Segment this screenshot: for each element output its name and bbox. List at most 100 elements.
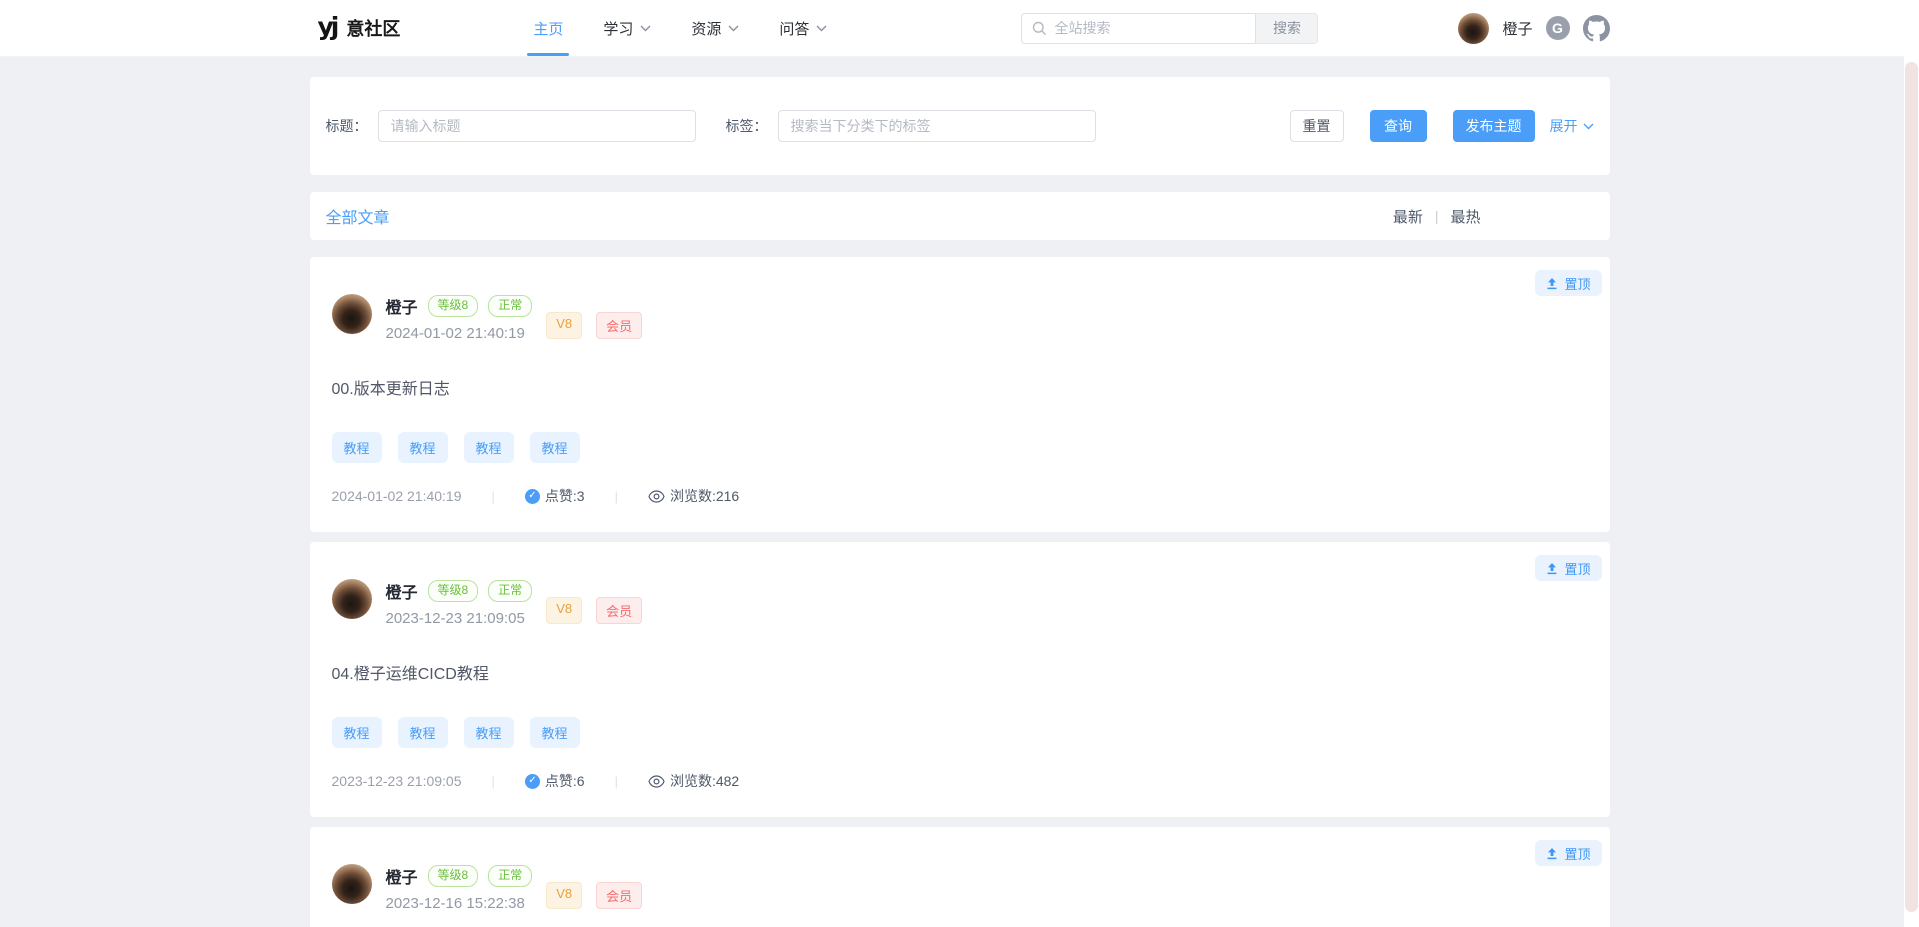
tag-pill[interactable]: 教程 (332, 717, 382, 748)
tag-pill[interactable]: 教程 (464, 717, 514, 748)
reset-button[interactable]: 重置 (1290, 110, 1344, 142)
sort-separator: | (1435, 208, 1439, 224)
pin-button[interactable]: 置顶 (1535, 270, 1601, 296)
brand[interactable]: yj 意社区 (310, 15, 401, 41)
filter-bar: 标题： 标签： 重置 查询 发布主题 展开 (310, 77, 1610, 175)
post-tags: 教程 教程 教程 教程 (332, 717, 1588, 748)
avatar[interactable] (332, 294, 372, 334)
check-circle-icon: ✓ (525, 489, 540, 504)
nav-item-label: 主页 (533, 18, 563, 39)
chevron-down-icon (728, 25, 739, 32)
gitee-icon[interactable]: G (1546, 16, 1570, 40)
vip-badge: V8 (546, 882, 582, 909)
github-icon[interactable] (1583, 15, 1610, 42)
user-cluster: 橙子 G (1458, 13, 1609, 44)
scrollbar[interactable] (1904, 0, 1919, 927)
views-stat: 浏览数:482 (648, 771, 739, 791)
tag-pill[interactable]: 教程 (530, 717, 580, 748)
level-badge: 等级8 (428, 865, 479, 887)
tag-filter-label: 标签： (726, 116, 768, 136)
tag-pill[interactable]: 教程 (332, 432, 382, 463)
post-author-block: 橙子 等级8 正常 2023-12-23 21:09:05 V8 会员 (332, 542, 1588, 627)
sort-hottest[interactable]: 最热 (1450, 206, 1480, 227)
article-list-header: 全部文章 最新 | 最热 (310, 192, 1610, 240)
post-tags: 教程 教程 教程 教程 (332, 432, 1588, 463)
query-button[interactable]: 查询 (1370, 110, 1427, 142)
main-nav: 主页 学习 资源 问答 (533, 0, 827, 56)
scrollbar-thumb[interactable] (1905, 62, 1918, 912)
tag-pill[interactable]: 教程 (398, 717, 448, 748)
tag-filter-input[interactable] (778, 110, 1096, 142)
search-input[interactable] (1054, 20, 1245, 36)
arrow-up-from-line-icon (1546, 277, 1558, 290)
post-card: 置顶 橙子 等级8 正常 2023-12-16 15:22:38 V8 会员 (310, 827, 1610, 927)
post-posted-date: 2024-01-02 21:40:19 (332, 488, 462, 504)
likes-stat: ✓ 点赞:3 (525, 486, 585, 506)
site-title: 意社区 (346, 15, 400, 41)
tag-pill[interactable]: 教程 (398, 432, 448, 463)
vip-badge: V8 (546, 597, 582, 624)
post-title[interactable]: 00.版本更新日志 (332, 375, 1588, 399)
search-button[interactable]: 搜索 (1256, 13, 1318, 44)
post-author-name[interactable]: 橙子 (386, 294, 418, 318)
post-author-name[interactable]: 橙子 (386, 579, 418, 603)
post-datetime: 2024-01-02 21:40:19 (386, 325, 533, 342)
likes-label: 点赞:3 (545, 486, 585, 506)
avatar[interactable] (1458, 13, 1489, 44)
tag-pill[interactable]: 教程 (464, 432, 514, 463)
stat-separator: | (615, 489, 618, 504)
member-badge: 会员 (596, 882, 642, 909)
post-stats: 2024-01-02 21:40:19 | ✓ 点赞:3 | 浏览数:216 (332, 486, 1588, 506)
likes-stat: ✓ 点赞:6 (525, 771, 585, 791)
title-filter-input[interactable] (378, 110, 696, 142)
post-title[interactable]: 04.橙子运维CICD教程 (332, 660, 1588, 684)
chevron-down-icon (640, 25, 651, 32)
avatar[interactable] (332, 579, 372, 619)
eye-icon (648, 775, 665, 788)
post-author-block: 橙子 等级8 正常 2023-12-16 15:22:38 V8 会员 (332, 827, 1588, 912)
expand-label: 展开 (1550, 116, 1578, 136)
member-badge: 会员 (596, 312, 642, 339)
sort-options: 最新 | 最热 (1393, 206, 1481, 227)
site-logo-icon: yj (318, 14, 337, 39)
expand-toggle[interactable]: 展开 (1550, 116, 1594, 136)
search-icon (1032, 21, 1047, 36)
post-card: 置顶 橙子 等级8 正常 2023-12-23 21:09:05 V8 会员 0… (310, 542, 1610, 817)
top-navbar: yj 意社区 主页 学习 资源 问答 (0, 0, 1919, 57)
post-posted-date: 2023-12-23 21:09:05 (332, 773, 462, 789)
chevron-down-icon (816, 25, 827, 32)
username[interactable]: 橙子 (1502, 18, 1532, 39)
views-stat: 浏览数:216 (648, 486, 739, 506)
status-badge: 正常 (488, 865, 532, 887)
pin-label: 置顶 (1564, 844, 1590, 863)
eye-icon (648, 490, 665, 503)
pin-button[interactable]: 置顶 (1535, 840, 1601, 866)
arrow-up-from-line-icon (1546, 562, 1558, 575)
level-badge: 等级8 (428, 580, 479, 602)
views-label: 浏览数:216 (670, 486, 739, 506)
nav-item-label: 学习 (603, 18, 633, 39)
nav-item-label: 资源 (691, 18, 721, 39)
stat-separator: | (492, 774, 495, 789)
check-circle-icon: ✓ (525, 774, 540, 789)
nav-item-resources[interactable]: 资源 (691, 0, 739, 56)
chevron-down-icon (1583, 123, 1594, 130)
nav-item-qa[interactable]: 问答 (779, 0, 827, 56)
nav-item-home[interactable]: 主页 (533, 0, 563, 56)
post-datetime: 2023-12-16 15:22:38 (386, 895, 533, 912)
publish-topic-button[interactable]: 发布主题 (1453, 110, 1535, 142)
sort-newest[interactable]: 最新 (1393, 206, 1423, 227)
pin-label: 置顶 (1564, 559, 1590, 578)
all-articles-link[interactable]: 全部文章 (326, 204, 390, 228)
post-card: 置顶 橙子 等级8 正常 2024-01-02 21:40:19 V8 会员 0… (310, 257, 1610, 532)
vip-badge: V8 (546, 312, 582, 339)
tag-pill[interactable]: 教程 (530, 432, 580, 463)
post-datetime: 2023-12-23 21:09:05 (386, 610, 533, 627)
status-badge: 正常 (488, 580, 532, 602)
status-badge: 正常 (488, 295, 532, 317)
pin-button[interactable]: 置顶 (1535, 555, 1601, 581)
avatar[interactable] (332, 864, 372, 904)
member-badge: 会员 (596, 597, 642, 624)
post-author-name[interactable]: 橙子 (386, 864, 418, 888)
nav-item-learn[interactable]: 学习 (603, 0, 651, 56)
